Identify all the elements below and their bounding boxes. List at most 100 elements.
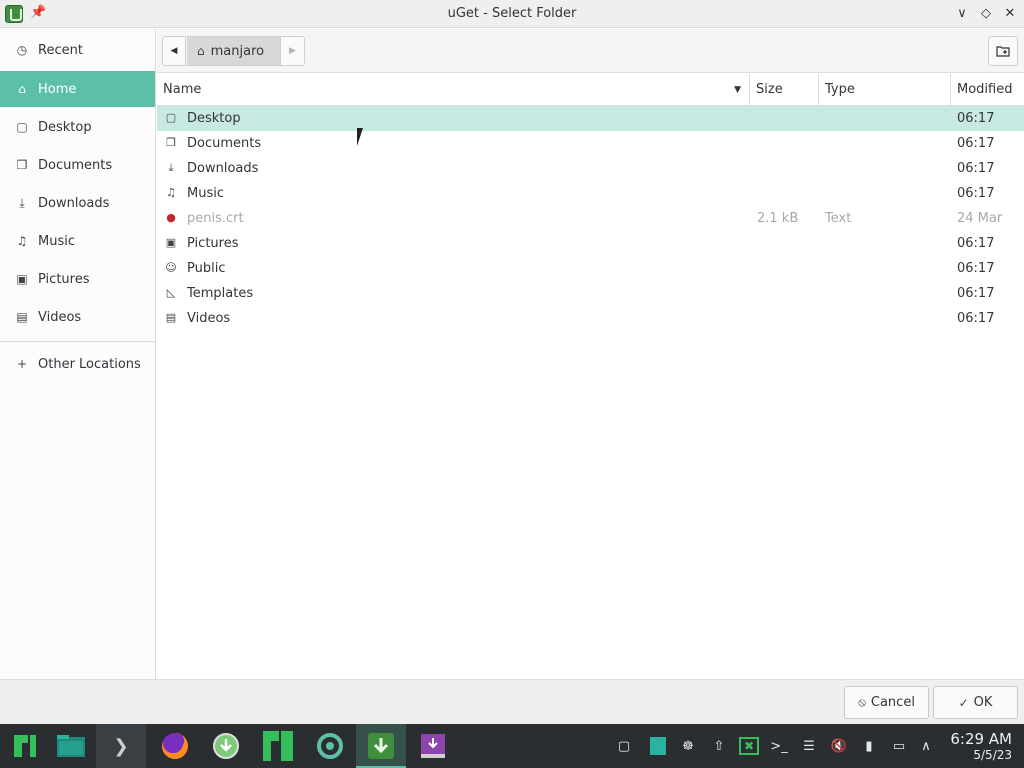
file-list-header: Name ▼ Size Type Modified [157, 74, 1024, 106]
file-name: Pictures [187, 236, 239, 251]
sort-descending-icon: ▼ [734, 85, 741, 95]
taskbar-firefox[interactable] [150, 724, 200, 768]
sidebar-item-label: Other Locations [38, 356, 141, 372]
column-header-name[interactable]: Name ▼ [157, 74, 750, 106]
file-row-desktop[interactable]: ▢ Desktop 06:17 [157, 106, 1024, 131]
music-icon: ♫ [166, 186, 176, 199]
workspace-switcher-icon[interactable] [646, 724, 670, 768]
sidebar-item-label: Pictures [38, 271, 90, 287]
taskbar-timeshift[interactable] [305, 724, 355, 768]
ok-button[interactable]: ✓ OK [933, 686, 1018, 719]
network-wired-icon[interactable]: ▭ [887, 724, 911, 768]
taskbar-file-manager[interactable] [46, 724, 96, 768]
manjaro-settings-icon [263, 731, 293, 761]
uget-icon [368, 733, 394, 759]
column-header-size[interactable]: Size [750, 74, 819, 106]
column-modified-label: Modified [957, 82, 1013, 97]
file-row-videos[interactable]: ▤ Videos 06:17 [157, 306, 1024, 331]
file-row-templates[interactable]: ◺ Templates 06:17 [157, 281, 1024, 306]
file-row-public[interactable]: ☺ Public 06:17 [157, 256, 1024, 281]
close-button[interactable]: ✕ [1001, 5, 1019, 23]
sidebar-item-label: Home [38, 81, 77, 97]
clipboard-icon[interactable]: ☰ [797, 724, 821, 768]
file-name: Templates [187, 286, 254, 301]
file-modified: 24 Mar [957, 211, 1003, 226]
clock-icon: ◷ [16, 43, 28, 57]
sidebar-item-desktop[interactable]: ▢ Desktop [0, 109, 155, 145]
file-modified: 06:17 [957, 286, 995, 301]
path-forward-button[interactable]: ▶ [280, 36, 305, 66]
sidebar-item-pictures[interactable]: ▣ Pictures [0, 261, 155, 297]
sidebar-item-home[interactable]: ⌂ Home [0, 71, 155, 107]
show-desktop-icon[interactable]: ▢ [612, 724, 636, 768]
videos-icon: ▤ [16, 310, 28, 324]
volume-muted-icon[interactable]: 🔇 [827, 724, 851, 768]
column-size-label: Size [756, 82, 783, 97]
plus-icon: + [16, 357, 28, 371]
pictures-icon: ▣ [16, 272, 28, 286]
column-type-label: Type [825, 82, 855, 97]
new-folder-button[interactable] [988, 36, 1018, 66]
breadcrumb-home[interactable]: ⌂ manjaro [187, 36, 280, 66]
taskbar-download-manager[interactable] [201, 724, 251, 768]
folder-icon [57, 735, 85, 757]
sidebar-item-label: Music [38, 233, 75, 249]
file-name: Downloads [187, 161, 259, 176]
file-modified: 06:17 [957, 111, 995, 126]
cancel-icon: ⦸ [858, 695, 866, 709]
console-icon[interactable]: >_ [767, 724, 791, 768]
path-bar: ◀ ⌂ manjaro ▶ [157, 29, 1024, 73]
places-sidebar: ◷ Recent ⌂ Home ▢ Desktop ❐ Documents ⤓ … [0, 29, 156, 679]
file-row-pictures[interactable]: ▣ Pictures 06:17 [157, 231, 1024, 256]
column-header-modified[interactable]: Modified [951, 74, 1024, 106]
firefox-icon [162, 732, 188, 759]
videos-icon: ▤ [165, 311, 177, 324]
usb-devices-icon[interactable]: ▮ [857, 724, 881, 768]
desktop-icon: ▢ [165, 111, 177, 124]
window-title: uGet - Select Folder [447, 6, 577, 21]
taskbar-package-installer[interactable] [408, 724, 458, 768]
sidebar-item-videos[interactable]: ▤ Videos [0, 299, 155, 335]
sidebar-item-label: Desktop [38, 119, 92, 135]
terminal-icon: ❯ [113, 735, 129, 757]
file-modified: 06:17 [957, 311, 995, 326]
certificate-icon: ● [166, 211, 176, 224]
sidebar-item-label: Documents [38, 157, 113, 173]
mouse-cursor-icon [357, 128, 369, 146]
sidebar-item-documents[interactable]: ❐ Documents [0, 147, 155, 183]
taskbar-terminal[interactable]: ❯ [96, 724, 146, 768]
taskbar-clock[interactable]: 6:29 AM 5/5/23 [932, 730, 1012, 762]
taskbar-manjaro-hello[interactable] [253, 724, 303, 768]
music-icon: ♫ [16, 234, 28, 248]
manjaro-menu-button[interactable] [0, 724, 50, 768]
file-modified: 06:17 [957, 136, 995, 151]
sidebar-item-downloads[interactable]: ⤓ Downloads [0, 185, 155, 221]
path-back-button[interactable]: ◀ [162, 36, 186, 66]
network-share-icon[interactable]: ☸ [676, 724, 700, 768]
file-name: Documents [187, 136, 262, 151]
minimize-button[interactable]: ∨ [953, 5, 971, 23]
pictures-icon: ▣ [165, 236, 177, 249]
file-row-certificate: ● penis.crt 2.1 kB Text 24 Mar [157, 206, 1024, 231]
sidebar-item-other-locations[interactable]: + Other Locations [0, 346, 155, 382]
file-name: Videos [187, 311, 231, 326]
documents-icon: ❐ [166, 136, 176, 149]
checkmark-icon: ✓ [958, 695, 969, 710]
sidebar-item-recent[interactable]: ◷ Recent [0, 32, 155, 68]
sidebar-item-label: Recent [38, 42, 83, 58]
cancel-button[interactable]: ⦸ Cancel [844, 686, 929, 719]
file-name: Desktop [187, 111, 241, 126]
file-modified: 06:17 [957, 236, 995, 251]
kde-connect-mark: ✖ [739, 737, 759, 755]
column-header-type[interactable]: Type [819, 74, 951, 106]
file-name: Music [187, 186, 224, 201]
update-icon[interactable]: ⇧ [707, 724, 731, 768]
file-row-documents[interactable]: ❐ Documents 06:17 [157, 131, 1024, 156]
maximize-button[interactable]: ◇ [977, 5, 995, 23]
kde-connect-icon[interactable]: ✖ [737, 724, 761, 768]
clock-date: 5/5/23 [973, 748, 1012, 762]
sidebar-item-music[interactable]: ♫ Music [0, 223, 155, 259]
file-row-downloads[interactable]: ⤓ Downloads 06:17 [157, 156, 1024, 181]
taskbar-uget[interactable] [356, 724, 406, 768]
file-row-music[interactable]: ♫ Music 06:17 [157, 181, 1024, 206]
